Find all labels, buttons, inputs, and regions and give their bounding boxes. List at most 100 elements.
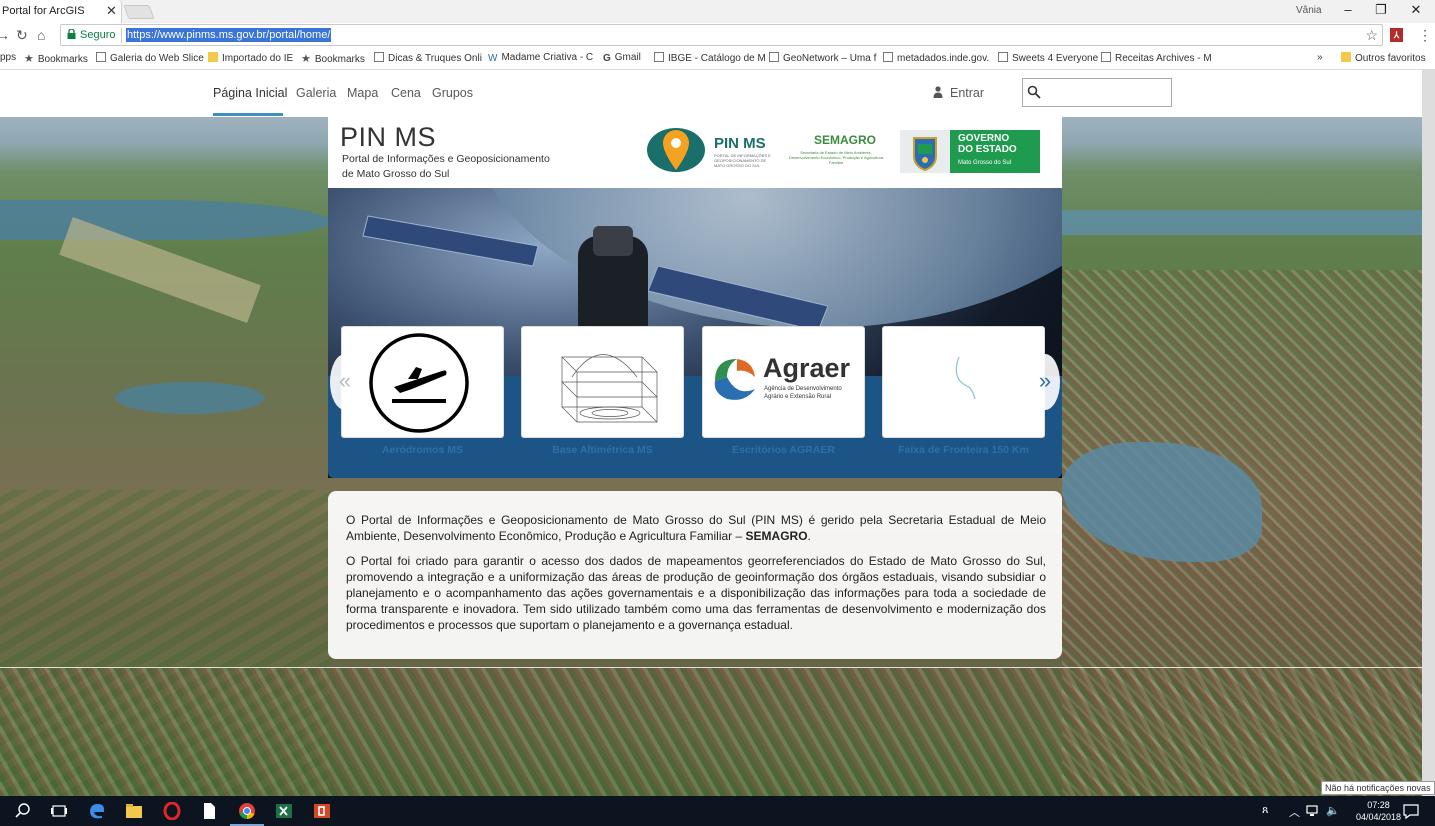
portal-subtitle-line1: Portal de Informações e Geoposicionament… (342, 153, 550, 165)
url-text[interactable]: https://www.pinms.ms.gov.br/portal/home/ (126, 28, 332, 42)
agraer-sub2: Agrário e Extensão Rural (764, 394, 832, 400)
profile-name[interactable]: Vânia (1296, 5, 1322, 16)
agraer-brand: Agraer (763, 353, 851, 383)
agraer-sub1: Agência de Desenvolvimento (764, 386, 842, 392)
bookmark-gmail[interactable]: G Gmail (603, 52, 641, 64)
airplane-departure-icon (369, 333, 469, 433)
bookmark-sweets[interactable]: Sweets 4 Everyone (998, 52, 1098, 64)
government-logo: GOVERNO DO ESTADO Mato Grosso do Sul (900, 130, 1040, 173)
about-paragraph-1: O Portal de Informações e Geoposicioname… (346, 513, 1046, 543)
card-label-base-altimetrica[interactable]: Base Altimétrica MS (521, 444, 684, 456)
card-faixa-fronteira[interactable] (882, 326, 1045, 438)
web-slice-icon (96, 52, 106, 62)
clock-date: 04/04/2018 (1356, 812, 1402, 822)
action-center-icon[interactable] (1402, 802, 1420, 820)
secure-label: Seguro (80, 29, 116, 41)
tab-title: Portal for ArcGIS (2, 5, 85, 17)
user-icon[interactable] (933, 86, 943, 98)
restore-icon[interactable]: ❐ (1371, 2, 1391, 18)
nav-map[interactable]: Mapa (347, 86, 378, 100)
card-base-altimetrica[interactable] (521, 326, 684, 438)
carousel-prev-button[interactable]: « (330, 354, 360, 410)
close-window-icon[interactable]: ✕ (1406, 2, 1426, 18)
people-icon[interactable]: ጸ (1262, 804, 1268, 817)
carousel-next-button[interactable]: » (1030, 354, 1060, 410)
border-line-map-icon (955, 356, 976, 400)
tab-close-icon[interactable]: ✕ (106, 3, 117, 19)
bookmark-geonetwork[interactable]: GeoNetwork – Uma f (769, 52, 876, 64)
notification-tooltip: Não há notificações novas (1321, 781, 1435, 795)
star-icon: ★ (24, 53, 34, 65)
agraer-logo-icon (714, 359, 755, 400)
browser-menu-icon[interactable]: ⋮ (1418, 27, 1432, 44)
background-pond (115, 382, 265, 414)
pin-ms-logo-text: PIN MS (714, 135, 766, 152)
edge-browser-icon[interactable] (88, 802, 106, 820)
powerpoint-icon[interactable] (313, 802, 331, 820)
bookmark-other-folder[interactable]: Outros favoritos (1341, 52, 1426, 64)
nav-gallery[interactable]: Galeria (296, 86, 336, 100)
volume-icon[interactable]: 🔈 (1326, 804, 1340, 817)
document-icon[interactable] (200, 802, 218, 820)
nav-groups[interactable]: Grupos (432, 86, 473, 100)
card-label-faixa-fronteira[interactable]: Faixa de Fronteira 150 Km (882, 444, 1045, 456)
opera-browser-icon[interactable] (163, 802, 181, 820)
portal-title: PIN MS (340, 122, 437, 152)
lock-icon (67, 29, 76, 39)
nav-active-indicator (213, 113, 283, 116)
search-icon (1027, 85, 1041, 99)
page-icon (998, 52, 1008, 62)
pdf-extension-icon[interactable]: ⅄ (1390, 28, 1403, 42)
bookmark-web-slice[interactable]: Galeria do Web Slice (96, 52, 204, 64)
bookmark-dicas[interactable]: Dicas & Truques Onli (374, 52, 482, 64)
browser-tab[interactable]: Portal for ArcGIS ✕ (0, 0, 122, 23)
folder-icon (208, 52, 218, 62)
bookmark-bookmarks[interactable]: ★ Bookmarks (24, 52, 88, 65)
network-icon[interactable] (1305, 803, 1319, 817)
new-tab-button[interactable] (123, 5, 155, 19)
home-icon[interactable]: ⌂ (37, 27, 45, 43)
tray-overflow-icon[interactable]: ︿ (1289, 804, 1300, 820)
bookmark-receitas[interactable]: Receitas Archives - M (1101, 52, 1212, 64)
background-lake (0, 200, 330, 240)
clock[interactable]: 07:28 04/04/2018 (1356, 799, 1401, 823)
bookmarks-bar: pps ★ Bookmarks Galeria do Web Slice Impo… (0, 48, 1435, 70)
card-agraer[interactable]: Agraer Agência de Desenvolvimento Agrári… (702, 326, 865, 438)
address-bar[interactable]: Seguro https://www.pinms.ms.gov.br/porta… (60, 24, 1383, 46)
bookmark-star-icon[interactable]: ☆ (1365, 27, 1378, 44)
about-paragraph-2: O Portal foi criado para garantir o aces… (346, 554, 1046, 632)
bookmark-apps[interactable]: pps (0, 52, 16, 63)
google-icon: G (603, 53, 611, 64)
nav-scene[interactable]: Cena (391, 86, 421, 100)
banner-header: PIN MS Portal de Informações e Geoposici… (328, 117, 1062, 188)
bookmark-metadados[interactable]: metadados.inde.gov. (883, 52, 989, 64)
semagro-bold: SEMAGRO (745, 529, 808, 543)
gov-logo-line3: Mato Grosso do Sul (958, 160, 1012, 166)
search-icon[interactable] (14, 802, 32, 820)
background-river (1062, 210, 1422, 235)
divider-line (0, 667, 1422, 668)
clock-time: 07:28 (1367, 800, 1390, 810)
pin-ms-logo-icon (647, 128, 705, 172)
search-input[interactable] (1022, 78, 1172, 107)
file-explorer-icon[interactable] (125, 802, 143, 820)
wordpress-icon: W (488, 53, 498, 64)
minimize-icon[interactable]: – (1338, 2, 1358, 17)
map-icon (883, 52, 893, 62)
excel-icon[interactable] (275, 802, 293, 820)
bookmark-madame[interactable]: W Madame Criativa - C (488, 52, 593, 64)
bookmark-folder-ie[interactable]: Importado do IE (208, 52, 293, 64)
web-page: Página Inicial Galeria Mapa Cena Grupos … (0, 70, 1422, 796)
bookmarks-overflow[interactable]: » (1317, 52, 1323, 63)
reload-icon[interactable]: ↻ (16, 27, 28, 44)
card-label-agraer[interactable]: Escritórios AGRAER (702, 444, 865, 456)
forward-icon[interactable]: → (0, 27, 10, 43)
sign-in-link[interactable]: Entrar (950, 86, 984, 100)
card-label-aerodromes[interactable]: Aeródromos MS (341, 444, 504, 456)
bookmark-bookmarks-2[interactable]: ★ Bookmarks (301, 52, 365, 65)
card-aerodromes[interactable] (341, 326, 504, 438)
chrome-browser-icon[interactable] (238, 802, 256, 820)
nav-home[interactable]: Página Inicial (213, 86, 287, 100)
task-view-icon[interactable] (50, 802, 68, 820)
bookmark-ibge[interactable]: IBGE - Catálogo de M (654, 52, 766, 64)
